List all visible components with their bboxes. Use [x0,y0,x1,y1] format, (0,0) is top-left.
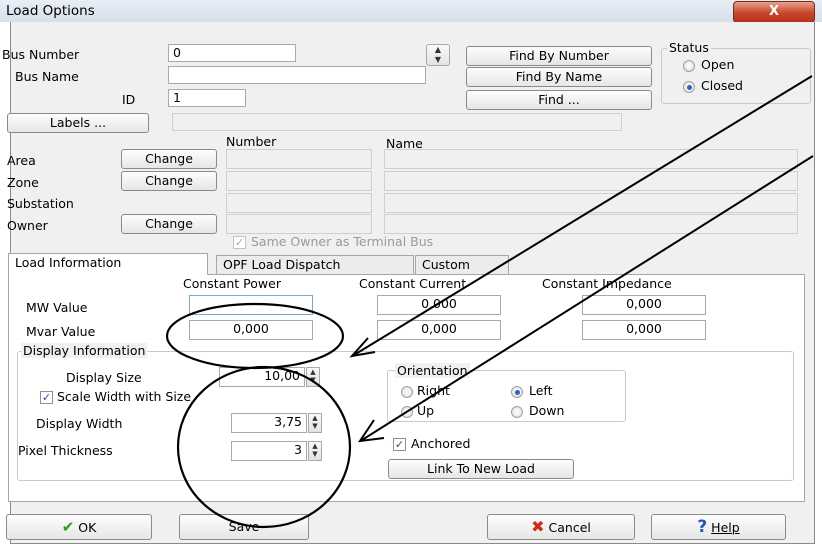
same-owner-checkbox[interactable]: ✓ [233,236,246,249]
orientation-up-radio[interactable] [401,406,413,418]
scale-width-label: Scale Width with Size [57,389,192,404]
orientation-up-label: Up [417,403,435,418]
bus-number-label: Bus Number [2,47,80,62]
number-column-header: Number [226,134,277,149]
find-by-number-button[interactable]: Find By Number [466,46,652,66]
mw-constant-impedance-input[interactable]: 0,000 [582,295,706,315]
mvar-constant-impedance-input[interactable]: 0,000 [582,320,706,340]
find-button[interactable]: Find ... [466,90,652,110]
zone-label: Zone [7,175,39,190]
close-icon: X [768,4,780,19]
zone-name-field [384,171,798,191]
orientation-right-label: Right [417,383,450,398]
x-icon: ✖ [531,517,545,536]
orientation-right-radio[interactable] [401,386,413,398]
link-to-new-load-button[interactable]: Link To New Load [388,459,574,479]
owner-number-field [226,214,372,234]
scale-width-checkbox[interactable]: ✓ [40,391,53,404]
labels-button[interactable]: Labels ... [7,113,149,133]
status-open-label: Open [701,57,735,72]
ok-label: OK [78,520,97,535]
pixel-thickness-spin-button[interactable]: ▲ ▼ [308,441,322,461]
orientation-left-radio[interactable] [511,386,523,398]
status-closed-radio[interactable] [683,81,695,93]
question-icon: ? [697,517,708,537]
area-name-field [384,149,798,169]
display-size-input[interactable]: 10,00 [219,367,305,387]
display-width-input[interactable]: 3,75 [231,413,307,433]
substation-label: Substation [7,196,74,211]
same-owner-label: Same Owner as Terminal Bus [251,234,434,249]
labels-field [172,113,622,131]
status-closed-label: Closed [701,78,743,93]
help-label: Help [711,520,740,535]
dialog-body: Bus Number 0 Bus Name ID 1 Labels ... ▲ ▼… [2,22,815,544]
pixel-thickness-input[interactable]: 3 [231,441,307,461]
check-icon: ✔ [61,518,75,536]
help-button[interactable]: ? Help [651,514,786,540]
anchored-checkbox[interactable]: ✓ [393,438,406,451]
status-open-radio[interactable] [683,60,695,72]
constant-power-header: Constant Power [183,276,281,291]
status-title: Status [667,40,711,55]
tab-load-information[interactable]: Load Information [8,253,208,275]
cancel-button[interactable]: ✖ Cancel [487,514,635,540]
owner-change-button[interactable]: Change [121,214,217,234]
ok-button[interactable]: ✔ OK [6,514,152,540]
status-group [661,48,811,104]
area-number-field [226,149,372,169]
display-size-spin-button[interactable]: ▲ ▼ [306,367,320,387]
display-information-title: Display Information [21,343,148,358]
bus-number-input[interactable]: 0 [168,44,296,62]
area-change-button[interactable]: Change [121,149,217,169]
tab-custom[interactable]: Custom [415,255,509,275]
up-arrow-icon: ▲ [434,45,442,54]
orientation-down-label: Down [529,403,565,418]
tab-opf-load-dispatch[interactable]: OPF Load Dispatch [216,255,414,275]
zone-change-button[interactable]: Change [121,171,217,191]
constant-impedance-header: Constant Impedance [542,276,672,291]
bus-name-label: Bus Name [15,69,79,84]
zone-number-field [226,171,372,191]
pixel-thickness-label: Pixel Thickness [18,443,113,458]
bus-id-label: ID [122,92,136,107]
load-information-panel: Constant Power Constant Current Constant… [8,274,805,502]
orientation-left-label: Left [529,383,553,398]
mw-constant-current-input[interactable]: 0,000 [377,295,501,315]
mw-constant-power-input[interactable] [189,295,313,315]
cancel-label: Cancel [548,520,591,535]
owner-label: Owner [7,218,48,233]
bus-spin-button[interactable]: ▲ ▼ [426,44,450,66]
load-options-window: Load Options X Bus Number 0 Bus Name ID … [0,0,822,544]
display-width-spin-button[interactable]: ▲ ▼ [308,413,322,433]
title-bar: Load Options X [0,0,822,23]
mvar-value-label: Mvar Value [26,324,96,339]
bus-name-input[interactable] [168,66,426,84]
owner-name-field [384,214,798,234]
down-arrow-icon: ▼ [434,55,442,64]
save-button[interactable]: Save [179,514,309,540]
display-width-label: Display Width [36,416,123,431]
mvar-constant-power-input[interactable]: 0,000 [189,320,313,340]
close-button[interactable]: X [733,1,815,23]
anchored-label: Anchored [411,436,471,451]
find-by-name-button[interactable]: Find By Name [466,67,652,87]
mvar-constant-current-input[interactable]: 0,000 [377,320,501,340]
substation-name-field [384,193,798,213]
window-title: Load Options [6,3,95,19]
orientation-down-radio[interactable] [511,406,523,418]
constant-current-header: Constant Current [359,276,467,291]
mw-value-label: MW Value [26,300,88,315]
bus-id-input[interactable]: 1 [168,89,246,107]
substation-number-field [226,193,372,213]
orientation-title: Orientation [395,363,470,378]
display-size-label: Display Size [66,370,142,385]
area-label: Area [7,153,36,168]
